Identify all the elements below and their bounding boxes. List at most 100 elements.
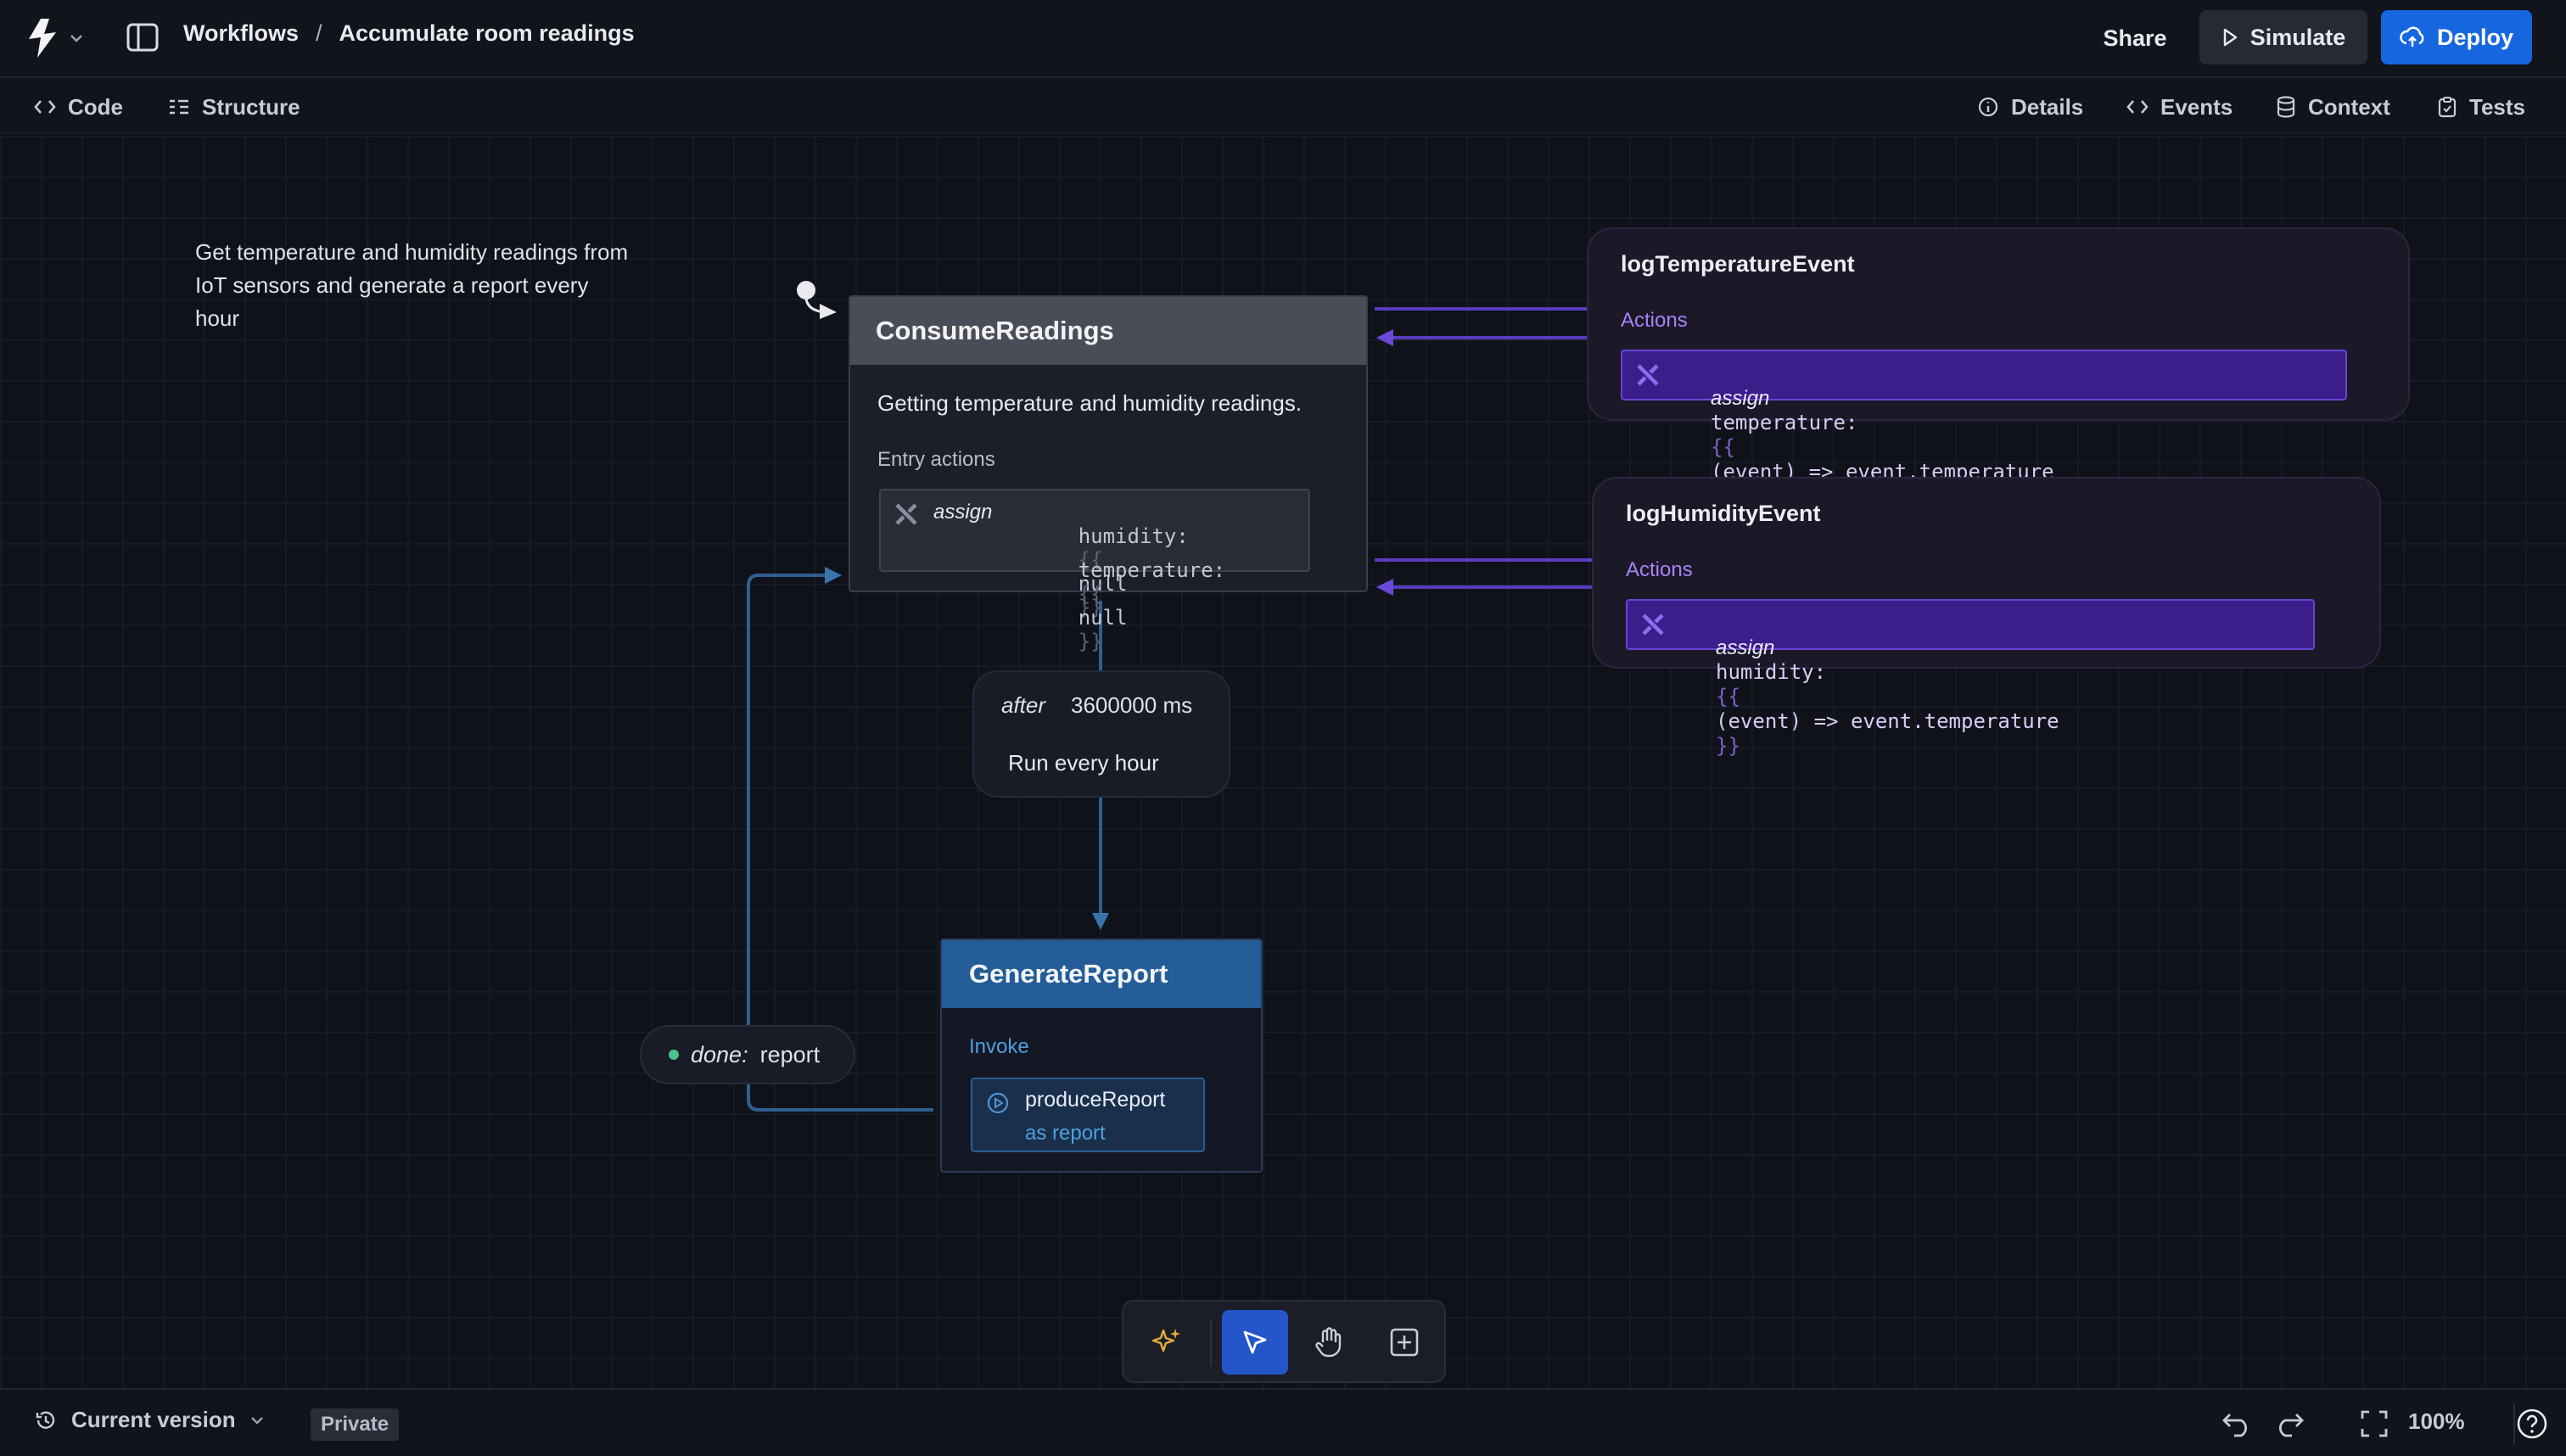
undo-icon [2222,1414,2247,1437]
assign-key: temperature: [1711,411,1858,434]
assign-key-temperature: temperature: [1078,558,1226,582]
done-target: report [759,1041,821,1067]
cloud-upload-icon [2400,26,2424,47]
tab-tests-label: Tests [2469,93,2525,120]
assign-expression: (event) => event.temperature [1716,709,2059,733]
tab-context-label: Context [2308,93,2390,120]
state-description: Getting temperature and humidity reading… [877,390,1303,416]
code-icon [34,100,56,114]
add-state-button[interactable] [1371,1310,1437,1375]
expr-close: }} [1078,630,1103,653]
event-log-humidity[interactable]: logHumidityEvent Actions assign humidity… [1592,477,2381,758]
sidebar-icon [126,23,159,52]
help-icon [2517,1408,2547,1439]
assign-keyword: assign [1716,636,1775,659]
hand-icon [1315,1327,1342,1358]
expr-open: {{ [1078,582,1103,606]
assign-keyword: assign [933,501,993,524]
done-keyword: done: [691,1041,748,1067]
xstate-logo-icon [1642,613,1664,636]
add-state-icon [1390,1328,1419,1357]
event-actions-label: Actions [1621,309,1688,332]
simulate-label: Simulate [2249,24,2346,50]
expr-open: {{ [1716,685,1740,708]
undo-button[interactable] [2216,1405,2254,1442]
assign-keyword: assign [1711,387,1770,410]
structure-icon [170,99,188,115]
xstate-logo-icon [1637,364,1659,386]
tab-events-label: Events [2160,93,2233,120]
event-log-temperature[interactable]: logTemperatureEvent Actions assign tempe… [1587,227,2410,508]
event-actions-label: Actions [1626,558,1693,581]
state-consume-readings[interactable]: ConsumeReadings Getting temperature and … [849,295,1368,653]
select-tool-button[interactable] [1222,1310,1288,1375]
tab-structure[interactable]: Structure [168,90,300,124]
done-status-dot [669,1050,679,1060]
expr-close: }} [1716,734,1740,758]
expr-open: {{ [1711,435,1735,459]
history-icon [36,1411,55,1429]
chevron-down-icon [250,1416,263,1425]
version-selector[interactable]: Current version [34,1407,265,1433]
tab-code[interactable]: Code [34,90,123,124]
share-button[interactable]: Share [2086,12,2184,64]
info-icon [1978,97,1998,117]
panel-tabs-bar: Code Structure Details Events Context Te… [0,80,2566,134]
event-title: logHumidityEvent [1626,501,1821,526]
event-action-assign[interactable]: assign humidity: {{ (event) => event.tem… [1626,599,2315,758]
after-keyword: after [1001,692,1046,718]
state-title: GenerateReport [942,940,1261,1008]
transition-done-report[interactable]: done: report [640,1025,855,1084]
fit-view-button[interactable] [2356,1405,2393,1442]
help-button[interactable] [2513,1405,2551,1442]
breadcrumb-current[interactable]: Accumulate room readings [339,20,635,47]
tab-details[interactable]: Details [1977,90,2083,124]
code-icon [2126,100,2149,114]
tab-code-label: Code [68,93,123,120]
after-delay-value: 3600000 ms [1071,692,1193,718]
play-circle-icon [987,1092,1009,1114]
after-transition-label: Run every hour [1008,750,1159,776]
tab-context[interactable]: Context [2276,90,2390,124]
tab-tests[interactable]: Tests [2437,90,2525,124]
entry-action-assign[interactable]: assign humidity: {{ null }} temperature:… [879,489,1310,653]
invoked-actor[interactable]: produceReport as report [971,1078,1205,1152]
pointer-icon [1243,1330,1267,1354]
sidebar-toggle-button[interactable] [126,22,160,53]
breadcrumb: Workflows / Accumulate room readings [183,20,635,47]
invoke-src: produceReport [1025,1088,1166,1112]
invoke-id: as report [1025,1122,1106,1145]
visibility-badge: Private [311,1408,400,1441]
status-bar: Current version Private 100% [0,1388,2566,1456]
sparkles-icon [1151,1329,1180,1352]
pan-tool-button[interactable] [1297,1310,1363,1375]
database-icon [2277,96,2295,118]
tab-events[interactable]: Events [2126,90,2233,124]
clipboard-icon [2438,97,2457,118]
event-action-assign[interactable]: assign temperature: {{ (event) => event.… [1621,350,2347,508]
breadcrumb-workflows[interactable]: Workflows [183,20,299,47]
redo-button[interactable] [2272,1405,2310,1442]
chevron-down-icon [70,35,82,42]
redo-icon [2279,1414,2304,1437]
toolbar-divider [1210,1319,1212,1366]
xstate-logo-icon [895,503,917,525]
assign-value-temperature: null [1078,606,1128,630]
invoke-label: Invoke [969,1035,1029,1058]
assign-key: humidity: [1716,660,1827,684]
zoom-level[interactable]: 100% [2408,1408,2465,1435]
ai-assist-button[interactable] [1134,1310,1200,1375]
deploy-button[interactable]: Deploy [2381,10,2532,64]
transition-after-delay[interactable]: after 3600000 ms Run every hour [972,670,1230,798]
visibility-label: Private [321,1413,389,1436]
stately-logo-menu[interactable] [24,17,85,59]
state-generate-report[interactable]: GenerateReport Invoke produceReport as r… [940,938,1263,1173]
deploy-label: Deploy [2436,24,2514,50]
simulate-button[interactable]: Simulate [2199,10,2367,64]
canvas-toolbar [1122,1300,1446,1383]
version-label: Current version [71,1407,236,1432]
machine-description[interactable]: Get temperature and humidity readings fr… [195,236,636,335]
event-title: logTemperatureEvent [1621,251,1855,277]
entry-actions-label: Entry actions [877,448,995,471]
state-title: ConsumeReadings [850,297,1366,365]
